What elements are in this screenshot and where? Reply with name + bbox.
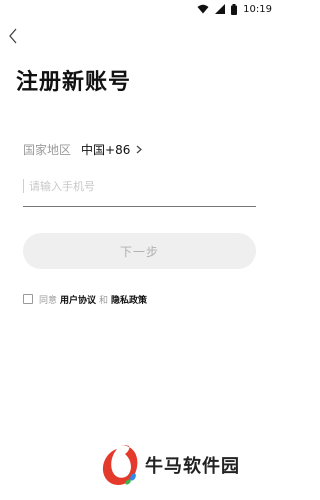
watermark-text: 牛马软件园 <box>145 456 240 477</box>
status-bar: 10:19 <box>0 0 280 18</box>
next-button[interactable]: 下一步 <box>23 233 256 269</box>
country-label: 国家地区 <box>23 142 72 157</box>
user-agreement-link[interactable]: 用户协议 <box>60 293 96 306</box>
watermark-logo-icon <box>99 443 141 487</box>
wifi-icon <box>197 4 209 14</box>
text-cursor <box>23 179 24 193</box>
agreement-conjunction: 和 <box>99 295 109 306</box>
country-value: 中国+86 <box>81 142 131 157</box>
agreement-checkbox[interactable] <box>23 294 33 304</box>
status-icons: 10:19 <box>197 2 272 16</box>
phone-field <box>23 170 262 207</box>
agreement-prefix: 同意 <box>39 295 58 306</box>
watermark: 牛马软件园 <box>99 443 240 487</box>
battery-icon <box>231 3 238 15</box>
back-button[interactable] <box>4 28 22 48</box>
phone-input[interactable] <box>23 170 262 202</box>
privacy-policy-link[interactable]: 隐私政策 <box>111 293 147 306</box>
country-selector[interactable]: 国家地区 中国+86 <box>23 140 143 158</box>
page-title: 注册新账号 <box>16 70 132 95</box>
chevron-right-icon <box>136 145 143 154</box>
status-time: 10:19 <box>243 3 272 15</box>
agreement-row: 同意 用户协议 和 隐私政策 <box>23 292 150 306</box>
back-arrow-icon <box>8 28 18 48</box>
signal-icon <box>215 4 226 14</box>
